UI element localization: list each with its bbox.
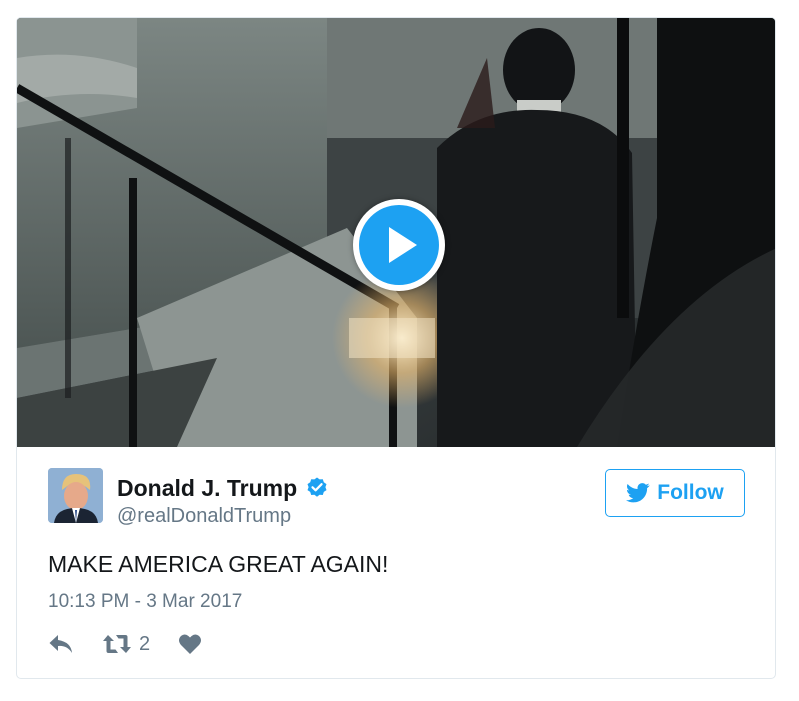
display-name[interactable]: Donald J. Trump [117, 473, 297, 503]
twitter-bird-icon [626, 483, 650, 503]
avatar[interactable] [48, 468, 103, 523]
tweet-text: MAKE AMERICA GREAT AGAIN! [48, 551, 389, 577]
tweet-actions: 2 [48, 629, 202, 659]
like-button[interactable] [178, 633, 202, 655]
follow-button[interactable]: Follow [605, 469, 745, 517]
video-thumbnail[interactable] [17, 18, 775, 447]
profile-photo [48, 468, 103, 523]
reply-icon [49, 635, 72, 653]
reply-button[interactable] [48, 633, 74, 655]
heart-icon [179, 634, 202, 654]
retweet-icon [103, 635, 131, 653]
tweet-card: Donald J. Trump @realDonaldTrump Follow … [16, 17, 776, 679]
retweet-button[interactable]: 2 [102, 633, 150, 656]
user-handle[interactable]: @realDonaldTrump [117, 503, 291, 529]
retweet-count: 2 [139, 632, 151, 655]
play-button[interactable] [353, 199, 445, 291]
tweet-timestamp[interactable]: 10:13 PM - 3 Mar 2017 [48, 589, 242, 615]
author-name-row[interactable]: Donald J. Trump [117, 473, 329, 503]
follow-button-label: Follow [657, 481, 724, 504]
verified-badge-icon [307, 477, 327, 497]
play-icon [359, 205, 439, 285]
